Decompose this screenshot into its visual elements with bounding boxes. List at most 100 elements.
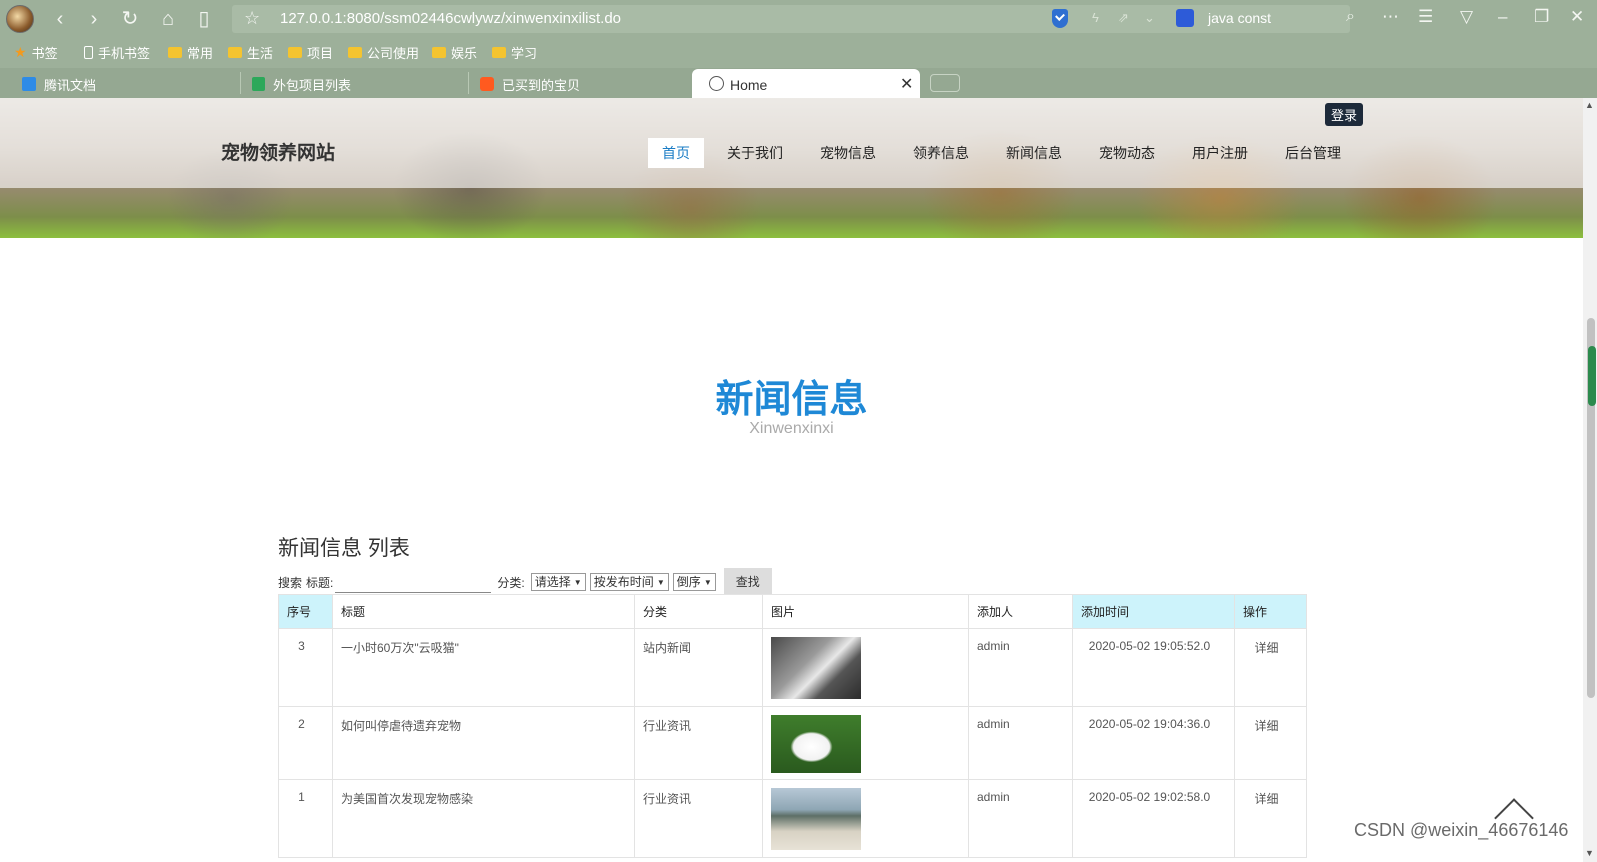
white-dog-photo[interactable] [771,715,861,773]
beach-dog-photo[interactable] [771,788,861,850]
tab-home[interactable] [692,69,920,99]
globe-icon [709,76,724,91]
restore-icon[interactable]: ❐ [1534,7,1549,27]
search-engine-icon[interactable] [1176,9,1194,27]
search-box-text[interactable]: java const [1208,10,1271,26]
table-row: 3 一小时60万次"云吸猫" 站内新闻 admin 2020-05-02 19:… [278,628,1307,707]
nav-adoption-info[interactable]: 领养信息 [899,138,983,168]
home-icon[interactable]: ⌂ [156,7,180,31]
bookmark-item[interactable]: 娱乐 [432,43,477,62]
nav-about[interactable]: 关于我们 [713,138,797,168]
title-label: 标题: [306,575,334,590]
scrollbar-indicator [1588,346,1596,406]
sort-order-select[interactable]: 倒序 [672,573,716,591]
table-row: 1 为美国首次发现宠物感染 行业资讯 admin 2020-05-02 19:0… [278,779,1307,858]
folder-icon [432,47,446,58]
category-select[interactable]: 请选择 [530,573,586,591]
search-icon[interactable]: ⌕ [1346,8,1355,26]
row-category: 行业资讯 [634,706,763,780]
column-header: 添加人 [968,594,1073,629]
close-window-icon[interactable]: ✕ [1570,7,1584,27]
section-subtitle: Xinwenxinxi [749,420,834,437]
site-title[interactable]: 宠物领养网站 [221,138,335,165]
scroll-up-icon[interactable]: ▲ [1585,100,1594,110]
skin-icon[interactable]: ▽ [1460,7,1473,27]
column-header: 操作 [1234,594,1307,629]
tab-tencent-docs[interactable]: 腾讯文档 [22,70,96,98]
nav-register[interactable]: 用户注册 [1178,138,1262,168]
row-title[interactable]: 如何叫停虐待遗弃宠物 [332,706,635,780]
flash-icon[interactable]: ϟ [1092,10,1099,25]
scroll-down-icon[interactable]: ▼ [1585,848,1594,858]
more-icon[interactable]: ⋯ [1382,7,1399,27]
browser-logo-icon[interactable] [6,5,34,33]
main-nav: 首页 关于我们 宠物信息 领养信息 新闻信息 宠物动态 用户注册 后台管理 [648,138,1364,168]
close-tab-icon[interactable]: ✕ [900,74,913,94]
menu-icon[interactable]: ☰ [1418,7,1433,27]
search-form: 搜索 标题: 分类: 请选择 按发布时间 倒序 查找 [278,568,772,596]
tab-purchased[interactable]: 已买到的宝贝 [480,70,580,98]
phone-icon [84,46,93,59]
new-tab-button[interactable] [930,74,960,92]
row-image-cell [762,706,969,780]
tab-home-label: Home [730,77,768,93]
bookmark-item[interactable]: 公司使用 [348,43,419,62]
column-header: 添加时间 [1072,594,1235,629]
bookmark-item[interactable]: 手机书签 [84,43,150,62]
folder-icon [492,47,506,58]
table-header-row: 序号 标题 分类 图片 添加人 添加时间 操作 [278,594,1307,629]
tab-divider [468,72,469,94]
minimize-icon[interactable]: – [1498,7,1507,27]
nav-home[interactable]: 首页 [648,138,704,168]
reader-icon[interactable]: ▯ [192,7,216,31]
row-title[interactable]: 一小时60万次"云吸猫" [332,628,635,707]
row-image-cell [762,779,969,858]
find-button[interactable]: 查找 [723,568,772,596]
row-id: 2 [278,706,333,780]
nav-pet-info[interactable]: 宠物信息 [806,138,890,168]
row-image-cell [762,628,969,707]
detail-link[interactable]: 详细 [1234,706,1307,780]
row-id: 1 [278,779,333,858]
detail-link[interactable]: 详细 [1234,779,1307,858]
column-header: 序号 [278,594,333,629]
bookmark-item[interactable]: 学习 [492,43,537,62]
nav-news[interactable]: 新闻信息 [992,138,1076,168]
column-header: 分类 [634,594,763,629]
folder-icon [228,47,242,58]
share-icon[interactable]: ⇗ [1118,10,1129,26]
tab-outsourcing-list[interactable]: 外包项目列表 [252,70,351,98]
sort-field-select[interactable]: 按发布时间 [589,573,669,591]
folder-icon [348,47,362,58]
row-time: 2020-05-02 19:05:52.0 [1072,628,1235,707]
row-time: 2020-05-02 19:02:58.0 [1072,779,1235,858]
column-header: 标题 [332,594,635,629]
url-text[interactable]: 127.0.0.1:8080/ssm02446cwlywz/xinwenxinx… [280,10,621,27]
watermark: CSDN @weixin_46676146 [1354,820,1569,840]
login-button[interactable]: 登录 [1325,103,1364,126]
category-label: 分类: [497,575,525,590]
news-table: 序号 标题 分类 图片 添加人 添加时间 操作 3 一小时60万次"云吸猫" 站… [278,594,1307,858]
folder-icon [288,47,302,58]
chevron-down-icon[interactable]: ⌄ [1144,10,1155,26]
reload-icon[interactable]: ↻ [118,7,142,31]
nav-admin[interactable]: 后台管理 [1271,138,1355,168]
bookmark-item[interactable]: 项目 [288,43,333,62]
back-icon[interactable]: ‹ [48,7,72,31]
forward-icon[interactable]: › [82,7,106,31]
bookmark-star-icon[interactable]: ☆ [244,8,260,29]
page-content: 宠物领养网站 登录 首页 关于我们 宠物信息 领养信息 新闻信息 宠物动态 用户… [0,98,1583,862]
bookmark-item[interactable]: ★ 书签 [14,43,58,62]
tencent-docs-icon [22,77,36,91]
row-author: admin [968,706,1073,780]
title-search-input[interactable] [335,571,492,593]
bookmark-item[interactable]: 生活 [228,43,273,62]
cat-photo[interactable] [771,637,861,699]
sheet-icon [252,77,265,91]
bookmark-item[interactable]: 常用 [168,43,213,62]
row-author: admin [968,779,1073,858]
nav-pet-updates[interactable]: 宠物动态 [1085,138,1169,168]
row-title[interactable]: 为美国首次发现宠物感染 [332,779,635,858]
security-shield-icon[interactable] [1052,9,1068,28]
detail-link[interactable]: 详细 [1234,628,1307,707]
